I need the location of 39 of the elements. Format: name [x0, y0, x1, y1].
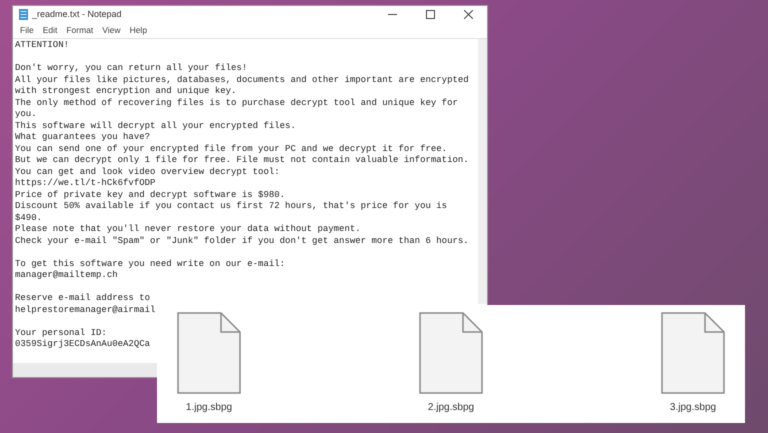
window-title: _readme.txt - Notepad [32, 8, 122, 21]
text-line: You can get and look video overview decrypt tool: [15, 166, 280, 178]
text-line: You can send one of your encrypted file from your PC and we decrypt it for free. [15, 144, 448, 155]
text-line: helprestoremanager@airmail [15, 304, 156, 316]
text-line: But we can decrypt only 1 file for free. File must not contain valuable information. [15, 155, 469, 166]
file-icon [419, 312, 483, 394]
text-line: 0359Sigrj3ECDsAnAu0eA2QCa [15, 339, 150, 350]
menu-item[interactable]: View [98, 24, 125, 37]
text-line: What guarantees you have? [15, 132, 150, 144]
file-name[interactable]: 2.jpg.sbpg [428, 400, 474, 415]
text-line: ATTENTION! [15, 40, 70, 52]
file-name[interactable]: 3.jpg.sbpg [670, 400, 716, 415]
menu-item[interactable]: File [16, 24, 38, 37]
close-icon [464, 10, 472, 19]
text-line: Discount 50% available if you contact us first 72 hours, that's price for you is [15, 201, 448, 212]
text-line: manager@mailtemp.ch [15, 270, 118, 282]
text-line: Price of private key and decrypt software is $980. [15, 190, 286, 201]
text-line: with strongest encryption and unique key. [15, 86, 236, 98]
file-icon [661, 312, 725, 394]
menu-item[interactable]: Edit [38, 24, 62, 37]
menu-item[interactable]: Format [62, 24, 98, 37]
file-name[interactable]: 1.jpg.sbpg [186, 400, 232, 415]
file-icon [177, 312, 241, 394]
text-line: Check your e-mail "Spam" or "Junk" folder if you don't get answer more than 6 hours. [15, 236, 469, 247]
text-line: All your files like pictures, databases, documents and other important are encrypted [15, 74, 469, 86]
text-line: Reserve e-mail address to [15, 293, 150, 304]
text-line: Your personal ID: [15, 328, 107, 339]
menu-item[interactable]: Help [126, 24, 152, 37]
text-line: Please note that you'll never restore your data without payment. [15, 224, 361, 236]
text-line: To get this software you need write on our e-mail: [15, 258, 286, 270]
text-line: The only method of recovering files is to purchase decrypt tool and unique key for [15, 98, 458, 109]
notepad-icon [19, 9, 28, 20]
text-line: This software will decrypt all your encrypted files. [15, 120, 296, 132]
text-line: Don't worry, you can return all your files! [15, 63, 248, 74]
maximize-icon [426, 10, 434, 19]
minimize-icon [388, 14, 396, 15]
text-line: $490. [15, 212, 42, 224]
text-line: you. [15, 109, 37, 120]
text-line: https://we.tl/t-hCk6fvfODP [15, 178, 156, 190]
